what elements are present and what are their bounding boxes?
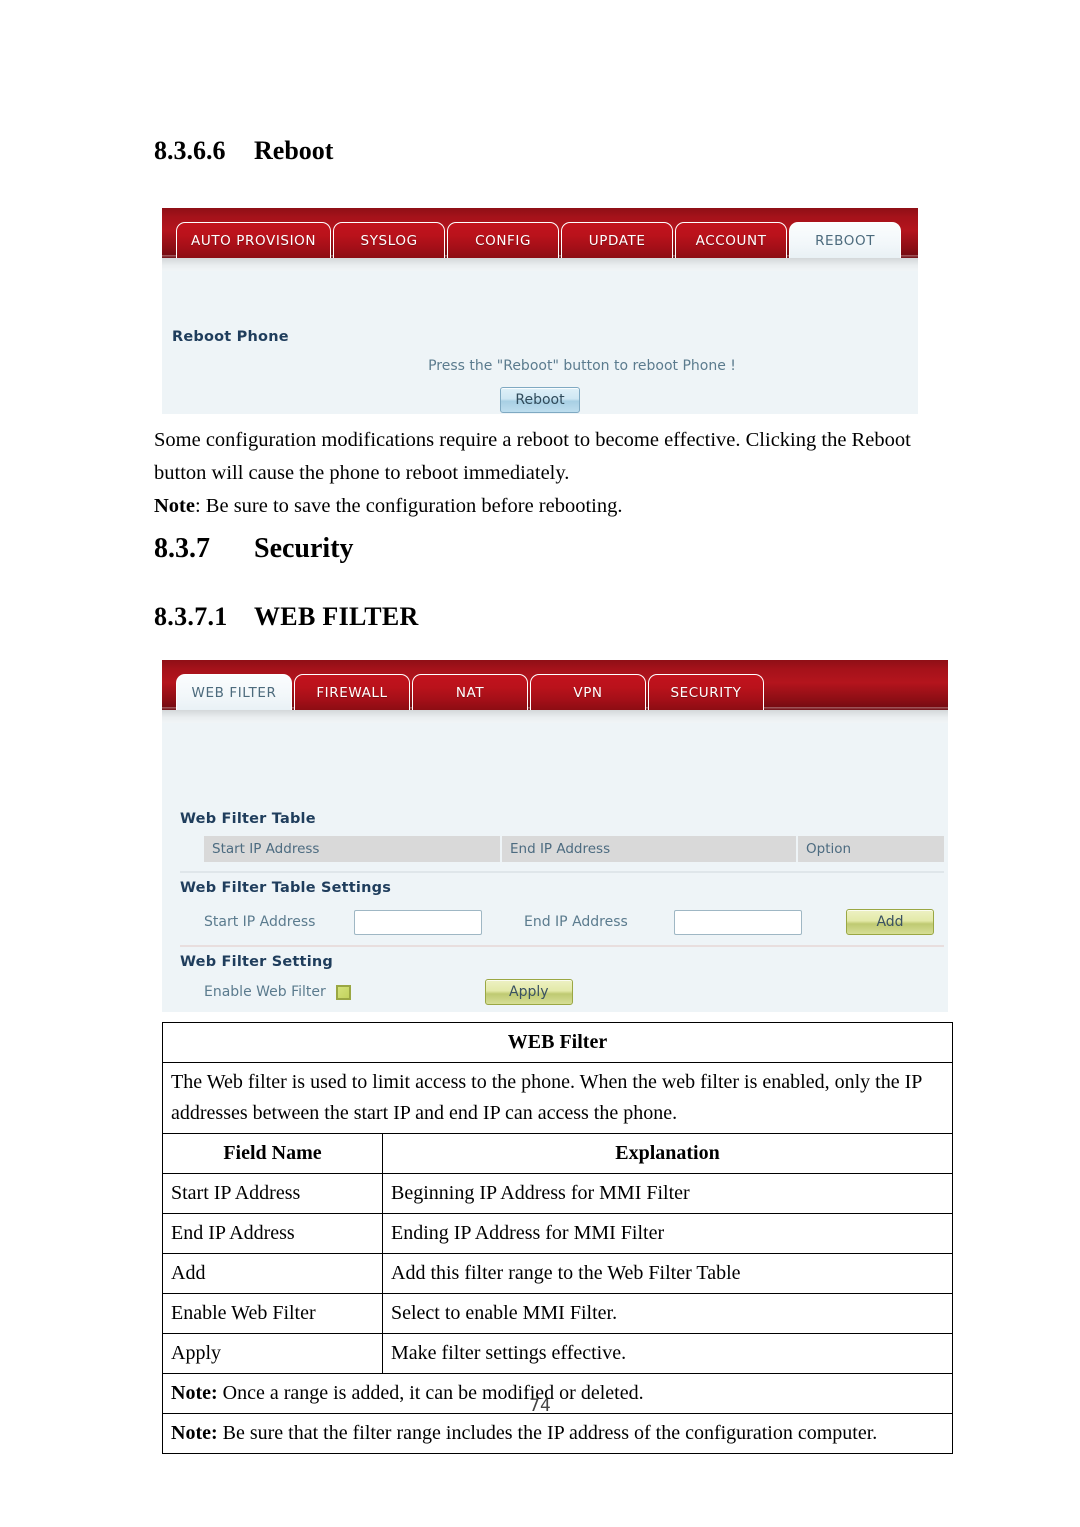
reboot-panel: AUTO PROVISION SYSLOG CONFIG UPDATE ACCO…	[162, 208, 918, 414]
heading-reboot: 8.3.6.6 Reboot	[154, 136, 333, 166]
web-filter-panel: WEB FILTER FIREWALL NAT VPN SECURITY Web…	[162, 660, 948, 1012]
tab-reboot-label: REBOOT	[815, 232, 876, 249]
doc-col-explanation: Explanation	[382, 1133, 953, 1174]
reboot-panel-tabbar: AUTO PROVISION SYSLOG CONFIG UPDATE ACCO…	[162, 208, 918, 258]
doc-explanation-2: Add this filter range to the Web Filter …	[382, 1253, 953, 1294]
doc-table-title: WEB Filter	[162, 1022, 953, 1063]
reboot-phone-group-title: Reboot Phone	[172, 329, 289, 345]
web-filter-doc-table: WEB Filter The Web filter is used to lim…	[162, 1022, 953, 1454]
web-filter-table-group-title: Web Filter Table	[180, 811, 316, 827]
reboot-paragraph-line2: button will cause the phone to reboot im…	[154, 462, 570, 484]
table-row-columns: Field Name Explanation	[162, 1133, 953, 1174]
reboot-hint-text: Press the "Reboot" button to reboot Phon…	[428, 358, 736, 374]
tab-syslog[interactable]: SYSLOG	[333, 222, 446, 258]
end-ip-input[interactable]	[674, 909, 802, 935]
doc-field-2: Add	[162, 1253, 383, 1294]
tab-config[interactable]: CONFIG	[447, 222, 560, 258]
web-filter-panel-body: Web Filter Table Start IP Address End IP…	[162, 723, 948, 1012]
doc-note-2-label: Note:	[171, 1422, 218, 1444]
tab-config-label: CONFIG	[475, 232, 532, 249]
reboot-paragraph-line1: Some configuration modifications require…	[154, 429, 911, 451]
heading-web-filter: 8.3.7.1 WEB FILTER	[154, 602, 419, 632]
tab-nat[interactable]: NAT	[412, 674, 528, 710]
reboot-note-label: Note	[154, 495, 195, 517]
table-row-title: WEB Filter	[162, 1022, 953, 1063]
doc-field-3: Enable Web Filter	[162, 1293, 383, 1334]
web-filter-table-header: Start IP Address End IP Address Option	[204, 836, 944, 862]
tab-nat-label: NAT	[455, 684, 485, 701]
reboot-panel-body: Reboot Phone Press the "Reboot" button t…	[162, 271, 918, 414]
tab-firewall-label: FIREWALL	[316, 684, 388, 701]
tab-security-label: SECURITY	[670, 684, 742, 701]
web-filter-panel-subbar	[162, 710, 948, 723]
tab-vpn[interactable]: VPN	[530, 674, 646, 710]
divider-after-settings	[180, 945, 944, 947]
tab-syslog-label: SYSLOG	[360, 232, 418, 249]
table-row-description: The Web filter is used to limit access t…	[162, 1062, 953, 1134]
web-filter-setting-group-title: Web Filter Setting	[180, 954, 333, 970]
enable-web-filter-checkbox[interactable]	[335, 984, 351, 1000]
add-button[interactable]: Add	[846, 909, 934, 935]
enable-web-filter-label: Enable Web Filter	[204, 984, 326, 1000]
tab-web-filter[interactable]: WEB FILTER	[176, 674, 292, 710]
tab-update-label: UPDATE	[588, 232, 646, 249]
reboot-note-text: : Be sure to save the configuration befo…	[194, 495, 623, 517]
table-row: Start IP Address Beginning IP Address fo…	[162, 1173, 953, 1214]
tab-firewall[interactable]: FIREWALL	[294, 674, 410, 710]
table-row: Enable Web Filter Select to enable MMI F…	[162, 1293, 953, 1334]
doc-col-field-name: Field Name	[162, 1133, 383, 1174]
tab-account-label: ACCOUNT	[695, 232, 767, 249]
tab-auto-provision-label: AUTO PROVISION	[191, 232, 317, 249]
doc-explanation-3: Select to enable MMI Filter.	[382, 1293, 953, 1334]
tab-security[interactable]: SECURITY	[648, 674, 764, 710]
doc-field-1: End IP Address	[162, 1213, 383, 1254]
web-filter-panel-tabbar: WEB FILTER FIREWALL NAT VPN SECURITY	[162, 660, 948, 710]
tab-web-filter-label: WEB FILTER	[191, 684, 277, 701]
column-option: Option	[796, 836, 944, 862]
settings-start-ip-label: Start IP Address	[204, 914, 316, 930]
table-row: End IP Address Ending IP Address for MMI…	[162, 1213, 953, 1254]
doc-explanation-1: Ending IP Address for MMI Filter	[382, 1213, 953, 1254]
doc-explanation-4: Make filter settings effective.	[382, 1333, 953, 1374]
page-number: 74	[529, 1396, 551, 1416]
doc-table-description: The Web filter is used to limit access t…	[162, 1062, 953, 1134]
heading-security: 8.3.7 Security	[154, 533, 354, 565]
web-filter-tab-list: WEB FILTER FIREWALL NAT VPN SECURITY	[176, 674, 764, 710]
doc-field-4: Apply	[162, 1333, 383, 1374]
start-ip-input[interactable]	[354, 909, 482, 935]
reboot-button[interactable]: Reboot	[500, 387, 580, 413]
apply-button[interactable]: Apply	[484, 979, 573, 1005]
tab-auto-provision[interactable]: AUTO PROVISION	[176, 222, 332, 258]
doc-note-2-text: Be sure that the filter range includes t…	[217, 1422, 878, 1444]
column-start-ip: Start IP Address	[212, 841, 320, 857]
settings-row: Start IP Address End IP Address Add	[204, 905, 944, 939]
heading-web-filter-title: WEB FILTER	[254, 602, 419, 631]
table-row: Apply Make filter settings effective.	[162, 1333, 953, 1374]
heading-security-title: Security	[254, 533, 354, 564]
table-row-note2: Note: Be sure that the filter range incl…	[162, 1413, 953, 1454]
document-page: 8.3.6.6 Reboot AUTO PROVISION SYSLOG CON…	[0, 0, 1080, 1527]
heading-web-filter-number: 8.3.7.1	[154, 602, 228, 631]
heading-reboot-title: Reboot	[254, 136, 334, 165]
column-end-ip: End IP Address	[500, 836, 796, 862]
table-row: Add Add this filter range to the Web Fil…	[162, 1253, 953, 1294]
reboot-paragraph: Some configuration modifications require…	[154, 424, 929, 523]
doc-field-0: Start IP Address	[162, 1173, 383, 1214]
reboot-note-line: Note: Be sure to save the configuration …	[154, 490, 929, 523]
tab-update[interactable]: UPDATE	[561, 222, 674, 258]
reboot-tab-list: AUTO PROVISION SYSLOG CONFIG UPDATE ACCO…	[176, 222, 902, 258]
doc-note-2: Note: Be sure that the filter range incl…	[162, 1413, 953, 1454]
settings-end-ip-label: End IP Address	[524, 914, 628, 930]
doc-description-line1: The Web filter is used to limit access t…	[171, 1071, 900, 1093]
divider-after-table	[180, 871, 944, 873]
tab-account[interactable]: ACCOUNT	[675, 222, 788, 258]
tab-vpn-label: VPN	[573, 684, 603, 701]
heading-security-number: 8.3.7	[154, 533, 210, 564]
enable-row: Enable Web Filter Apply	[204, 977, 944, 1007]
web-filter-settings-group-title: Web Filter Table Settings	[180, 880, 392, 896]
heading-reboot-number: 8.3.6.6	[154, 136, 226, 165]
reboot-panel-subbar	[162, 258, 918, 271]
tab-reboot[interactable]: REBOOT	[789, 222, 902, 258]
doc-explanation-0: Beginning IP Address for MMI Filter	[382, 1173, 953, 1214]
